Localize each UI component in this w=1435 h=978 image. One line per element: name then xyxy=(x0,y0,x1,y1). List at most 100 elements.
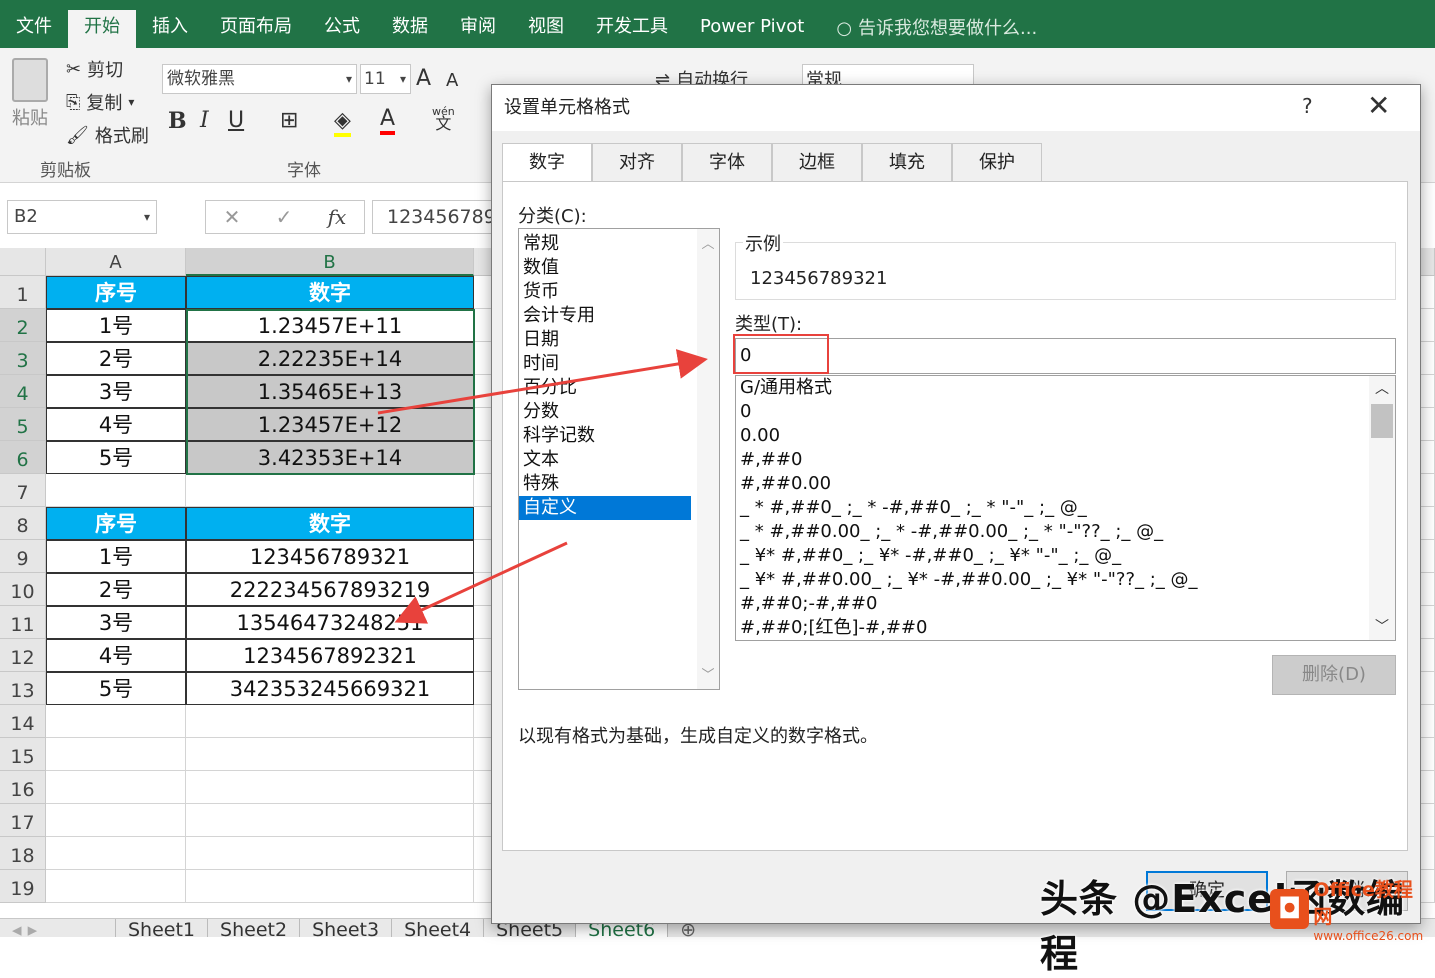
table-cell[interactable]: 1.23457E+12 xyxy=(186,408,474,441)
table-cell[interactable]: 2号 xyxy=(46,573,186,606)
category-item[interactable]: 货币 xyxy=(519,280,691,304)
format-item[interactable]: #,##0;[红色]-#,##0 xyxy=(736,616,1395,640)
table-cell[interactable]: 13546473248251 xyxy=(186,606,474,639)
table-header[interactable]: 序号 xyxy=(46,507,186,540)
row-header[interactable]: 10 xyxy=(0,573,46,606)
tab-file[interactable]: 文件 xyxy=(0,10,68,48)
chevron-down-icon[interactable]: ﹀ xyxy=(697,664,719,683)
tell-me-box[interactable]: ○ 告诉我您想要做什么... xyxy=(820,10,1053,48)
tab-view[interactable]: 视图 xyxy=(512,10,580,48)
category-item[interactable]: 常规 xyxy=(519,232,691,256)
format-item[interactable]: G/通用格式 xyxy=(736,376,1395,400)
row-header[interactable]: 6 xyxy=(0,441,46,474)
tab-home[interactable]: 开始 xyxy=(68,10,136,48)
close-icon[interactable]: ✕ xyxy=(1367,89,1390,122)
grid-cell[interactable] xyxy=(46,705,186,738)
row-header[interactable]: 14 xyxy=(0,705,46,738)
tab-page-layout[interactable]: 页面布局 xyxy=(204,10,308,48)
row-header[interactable]: 15 xyxy=(0,738,46,771)
row-header[interactable]: 16 xyxy=(0,771,46,804)
table-cell[interactable]: 5号 xyxy=(46,672,186,705)
format-item[interactable]: #,##0;-#,##0 xyxy=(736,592,1395,616)
table-cell[interactable]: 2.22235E+14 xyxy=(186,342,474,375)
format-item[interactable]: _ * #,##0_ ;_ * -#,##0_ ;_ * "-"_ ;_ @_ xyxy=(736,496,1395,520)
help-icon[interactable]: ? xyxy=(1302,94,1313,118)
borders-button[interactable]: ⊞ xyxy=(280,108,298,133)
delete-button[interactable]: 删除(D) xyxy=(1272,655,1396,695)
row-header[interactable]: 18 xyxy=(0,837,46,870)
grid-cell[interactable] xyxy=(186,474,474,507)
cut-button[interactable]: ✂ 剪切 xyxy=(66,56,123,82)
format-item[interactable]: 0 xyxy=(736,400,1395,424)
category-item[interactable]: 日期 xyxy=(519,328,691,352)
tab-protection[interactable]: 保护 xyxy=(952,143,1042,181)
grid-cell[interactable] xyxy=(46,738,186,771)
category-item[interactable]: 文本 xyxy=(519,448,691,472)
row-header[interactable]: 8 xyxy=(0,507,46,540)
grid-cell[interactable] xyxy=(46,837,186,870)
row-header[interactable]: 17 xyxy=(0,804,46,837)
grid-cell[interactable] xyxy=(46,870,186,903)
table-cell[interactable]: 222234567893219 xyxy=(186,573,474,606)
row-header[interactable]: 7 xyxy=(0,474,46,507)
shrink-font-button[interactable]: A xyxy=(446,70,458,91)
format-item[interactable]: _ ¥* #,##0.00_ ;_ ¥* -#,##0.00_ ;_ ¥* "-… xyxy=(736,568,1395,592)
table-header[interactable]: 数字 xyxy=(186,276,474,309)
column-header-b[interactable]: B xyxy=(186,248,474,276)
font-color-button[interactable]: A xyxy=(380,106,396,135)
type-input[interactable]: 0 xyxy=(735,338,1396,374)
format-item[interactable]: #,##0.00 xyxy=(736,472,1395,496)
category-item[interactable]: 时间 xyxy=(519,352,691,376)
format-item[interactable]: 0.00 xyxy=(736,424,1395,448)
table-cell[interactable]: 1.35465E+13 xyxy=(186,375,474,408)
tab-review[interactable]: 审阅 xyxy=(444,10,512,48)
category-item[interactable]: 会计专用 xyxy=(519,304,691,328)
sheet-tab[interactable]: Sheet3 xyxy=(300,919,393,941)
table-header[interactable]: 数字 xyxy=(186,507,474,540)
format-list[interactable]: G/通用格式 0 0.00 #,##0 #,##0.00 _ * #,##0_ ;_ * … xyxy=(735,375,1396,641)
tab-fill[interactable]: 填充 xyxy=(862,143,952,181)
grid-cell[interactable] xyxy=(186,870,474,903)
grid-cell[interactable] xyxy=(186,705,474,738)
row-header[interactable]: 2 xyxy=(0,309,46,342)
table-header[interactable]: 序号 xyxy=(46,276,186,309)
column-header-a[interactable]: A xyxy=(46,248,186,276)
tab-data[interactable]: 数据 xyxy=(376,10,444,48)
row-header[interactable]: 12 xyxy=(0,639,46,672)
tab-insert[interactable]: 插入 xyxy=(136,10,204,48)
table-cell[interactable]: 2号 xyxy=(46,342,186,375)
font-size-select[interactable]: 11 ▾ xyxy=(360,64,411,94)
row-header[interactable]: 1 xyxy=(0,276,46,309)
sheet-tab[interactable]: Sheet1 xyxy=(116,919,209,941)
paste-button[interactable]: 粘贴 xyxy=(12,58,48,130)
category-item[interactable]: 特殊 xyxy=(519,472,691,496)
row-header[interactable]: 5 xyxy=(0,408,46,441)
chevron-up-icon[interactable]: ︿ xyxy=(1369,378,1395,398)
row-header[interactable]: 4 xyxy=(0,375,46,408)
format-scrollbar[interactable]: ︿ ﹀ xyxy=(1369,376,1395,640)
table-cell[interactable]: 342353245669321 xyxy=(186,672,474,705)
category-scrollbar[interactable]: ︿ ﹀ xyxy=(697,229,719,689)
grid-cell[interactable] xyxy=(46,771,186,804)
tab-font[interactable]: 字体 xyxy=(682,143,772,181)
category-item[interactable]: 分数 xyxy=(519,400,691,424)
sheet-tab[interactable]: Sheet4 xyxy=(392,919,485,941)
row-header[interactable]: 9 xyxy=(0,540,46,573)
format-item[interactable]: _ ¥* #,##0_ ;_ ¥* -#,##0_ ;_ ¥* "-"_ ;_ … xyxy=(736,544,1395,568)
tab-power-pivot[interactable]: Power Pivot xyxy=(684,10,820,48)
tab-number[interactable]: 数字 xyxy=(502,143,592,183)
category-list[interactable]: 常规 数值 货币 会计专用 日期 时间 百分比 分数 科学记数 文本 特殊 自定义 ︿ ﹀ xyxy=(518,228,720,690)
insert-function-icon[interactable]: fx xyxy=(328,205,347,229)
table-cell[interactable]: 4号 xyxy=(46,408,186,441)
grid-cell[interactable] xyxy=(186,804,474,837)
table-cell[interactable]: 3号 xyxy=(46,375,186,408)
grid-cell[interactable] xyxy=(186,837,474,870)
copy-button[interactable]: ⎘ 复制 ▾ xyxy=(66,89,134,115)
grid-cell[interactable] xyxy=(46,474,186,507)
table-cell[interactable]: 1号 xyxy=(46,309,186,342)
grid-cell[interactable] xyxy=(46,804,186,837)
phonetic-button[interactable]: wén 文 xyxy=(432,106,455,132)
bold-button[interactable]: B xyxy=(168,108,187,134)
table-cell[interactable]: 3号 xyxy=(46,606,186,639)
row-header[interactable]: 19 xyxy=(0,870,46,903)
